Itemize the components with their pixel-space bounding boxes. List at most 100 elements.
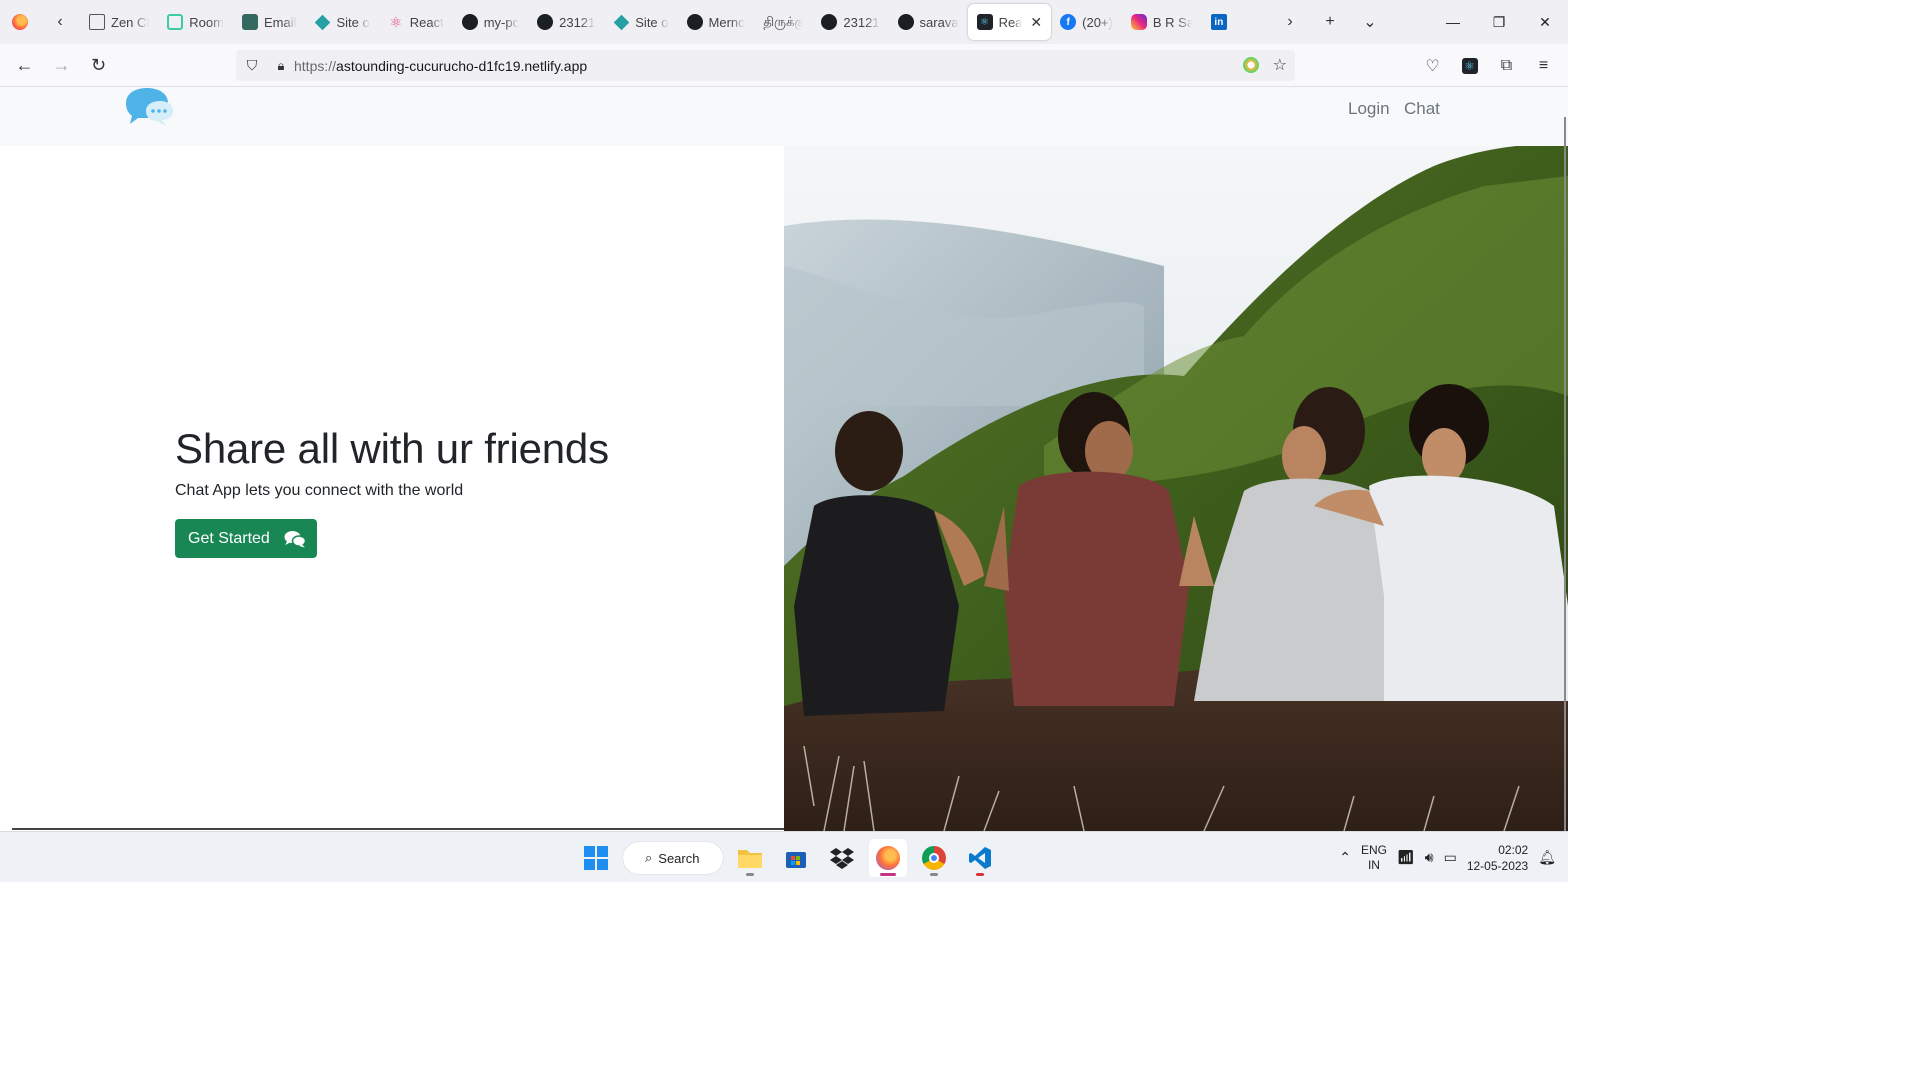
get-started-button[interactable]: Get Started xyxy=(175,519,317,558)
list-all-tabs-icon[interactable]: ⌄ xyxy=(1350,0,1390,44)
chat-logo-icon[interactable] xyxy=(122,87,174,131)
lang-line1: ENG xyxy=(1360,842,1387,857)
browser-tab[interactable]: ⚛ React xyxy=(379,4,453,40)
new-tab-icon[interactable]: + xyxy=(1310,0,1350,44)
start-windows-icon[interactable] xyxy=(577,839,615,877)
back-icon[interactable]: ← xyxy=(6,44,43,87)
browser-navbar: ← → ↻ ⛉ 🔒︎ https://astounding-cucurucho-… xyxy=(0,44,1568,87)
system-tray: ⌃ ENG IN 📶︎ 🔊︎ ▭ 02:02 12-05-2023 🔔︎ xyxy=(1339,832,1568,883)
tab-label: B R Sa xyxy=(1152,14,1193,30)
extensions-puzzle-icon[interactable]: ⧉ xyxy=(1488,44,1525,87)
tab-label: React xyxy=(409,14,444,30)
tab-scroll-left-icon[interactable]: ‹ xyxy=(40,0,80,44)
browser-tab[interactable]: Site o xyxy=(604,4,677,40)
taskbar-apps: ⌕ Search xyxy=(577,838,999,878)
tab-label: திருக்குற xyxy=(763,13,804,29)
browser-tab[interactable]: in xyxy=(1202,4,1242,40)
wifi-icon[interactable]: 📶︎ xyxy=(1397,849,1415,866)
comments-icon xyxy=(284,530,306,547)
address-bar[interactable]: ⛉ 🔒︎ https://astounding-cucurucho-d1fc19… xyxy=(236,50,1295,81)
firefox-taskbar-icon[interactable] xyxy=(869,839,907,877)
tab-label: (20+) xyxy=(1082,14,1113,30)
input-language-indicator[interactable]: ENG IN xyxy=(1361,843,1387,873)
vscode-icon[interactable] xyxy=(961,839,999,877)
show-hidden-icons-icon[interactable]: ⌃ xyxy=(1339,849,1351,866)
browser-tab[interactable]: திருக்குற xyxy=(754,4,812,40)
firefox-menu-icon[interactable] xyxy=(0,0,40,44)
browser-tab[interactable]: Zen Cl xyxy=(80,4,158,40)
battery-icon[interactable]: ▭ xyxy=(1444,849,1457,866)
close-tab-icon[interactable]: ✕ xyxy=(1030,14,1042,31)
browser-tab[interactable]: my-pc xyxy=(453,4,528,40)
tab-label: 23121 xyxy=(843,14,880,30)
extension-badge-icon[interactable] xyxy=(1243,57,1259,73)
taskbar-search-label: Search xyxy=(658,850,700,866)
microsoft-store-icon[interactable] xyxy=(777,839,815,877)
page-bottom-border xyxy=(12,828,784,830)
lock-icon[interactable]: 🔒︎ xyxy=(268,58,294,74)
tab-label: Rea xyxy=(998,14,1023,30)
react-devtools-icon[interactable]: ⚛ xyxy=(1451,44,1488,87)
nav-login-link[interactable]: Login xyxy=(1348,99,1390,119)
friends-on-mountain-image xyxy=(784,146,1568,831)
lang-line2: IN xyxy=(1367,857,1380,872)
chrome-icon[interactable] xyxy=(915,839,953,877)
tab-strip-controls: › + ⌄ — ❐ ✕ xyxy=(1270,0,1568,44)
browser-tab[interactable]: Merno xyxy=(678,4,755,40)
bookmark-star-icon[interactable]: ☆ xyxy=(1273,55,1287,75)
dropbox-icon[interactable] xyxy=(823,839,861,877)
notifications-icon[interactable]: 🔔︎ xyxy=(1538,849,1556,866)
github-icon xyxy=(461,14,478,30)
nav-chat-link[interactable]: Chat xyxy=(1404,99,1440,119)
browser-tab[interactable]: ⚛ Rea ✕ xyxy=(967,4,1052,40)
web-page: Login Chat Share all with ur friends Cha… xyxy=(0,87,1568,831)
browser-tab[interactable]: Room xyxy=(158,4,233,40)
tab-label: Merno xyxy=(708,14,746,30)
taskbar-search-button[interactable]: ⌕ Search xyxy=(623,842,723,874)
tab-label: 23121 xyxy=(559,14,596,30)
tracking-shield-icon[interactable]: ⛉ xyxy=(236,57,268,74)
close-window-icon[interactable]: ✕ xyxy=(1522,0,1568,44)
browser-tab[interactable]: sarava xyxy=(889,4,968,40)
pocket-icon[interactable]: ♡ xyxy=(1414,44,1451,87)
clock-date: 12-05-2023 xyxy=(1466,858,1529,873)
url-text[interactable]: https://astounding-cucurucho-d1fc19.netl… xyxy=(294,58,587,74)
react-icon: ⚛ xyxy=(976,14,993,30)
hamburger-menu-icon[interactable]: ≡ xyxy=(1525,44,1562,87)
clock[interactable]: 02:02 12-05-2023 xyxy=(1467,842,1528,874)
tab-label: Room xyxy=(189,14,224,30)
windows-taskbar: ⌕ Search ⌃ ENG IN 📶︎ 🔊︎ ▭ 02:02 12-05-20… xyxy=(0,831,1568,882)
page-scrollbar[interactable] xyxy=(1564,117,1566,831)
github-icon xyxy=(821,14,838,30)
browser-tab[interactable]: 23121 xyxy=(528,4,604,40)
tab-label: Site o xyxy=(635,14,669,30)
volume-icon[interactable]: 🔊︎ xyxy=(1425,849,1434,866)
browser-tab-strip: ‹ Zen Cl Room Email Site o ⚛ React my-pc 23121 S… xyxy=(0,0,1568,44)
search-icon: ⌕ xyxy=(645,850,653,865)
hero-title: Share all with ur friends xyxy=(175,425,609,472)
github-icon xyxy=(897,14,914,30)
facebook-icon: f xyxy=(1060,14,1077,30)
email-icon xyxy=(241,14,258,30)
browser-tab[interactable]: f (20+) xyxy=(1051,4,1122,40)
browser-tab[interactable]: B R Sa xyxy=(1122,4,1202,40)
forward-icon[interactable]: → xyxy=(43,44,80,87)
file-explorer-icon[interactable] xyxy=(731,839,769,877)
browser-tab[interactable]: Site o xyxy=(306,4,379,40)
netlify-diamond-icon xyxy=(315,14,331,30)
instagram-icon xyxy=(1130,14,1147,30)
room-icon xyxy=(167,14,184,30)
reload-icon[interactable]: ↻ xyxy=(80,44,117,87)
react-icon: ⚛ xyxy=(389,13,403,30)
tab-label: Zen Cl xyxy=(111,14,150,30)
get-started-label: Get Started xyxy=(188,529,270,547)
zen-icon xyxy=(89,14,105,30)
tab-label: my-pc xyxy=(483,14,520,30)
restore-icon[interactable]: ❐ xyxy=(1476,0,1522,44)
minimize-icon[interactable]: — xyxy=(1430,0,1476,44)
tab-scroll-right-icon[interactable]: › xyxy=(1270,0,1310,44)
hero-subtitle: Chat App lets you connect with the world xyxy=(175,482,464,499)
browser-tab[interactable]: Email xyxy=(233,4,306,40)
clock-time: 02:02 xyxy=(1498,842,1529,857)
browser-tab[interactable]: 23121 xyxy=(812,4,888,40)
